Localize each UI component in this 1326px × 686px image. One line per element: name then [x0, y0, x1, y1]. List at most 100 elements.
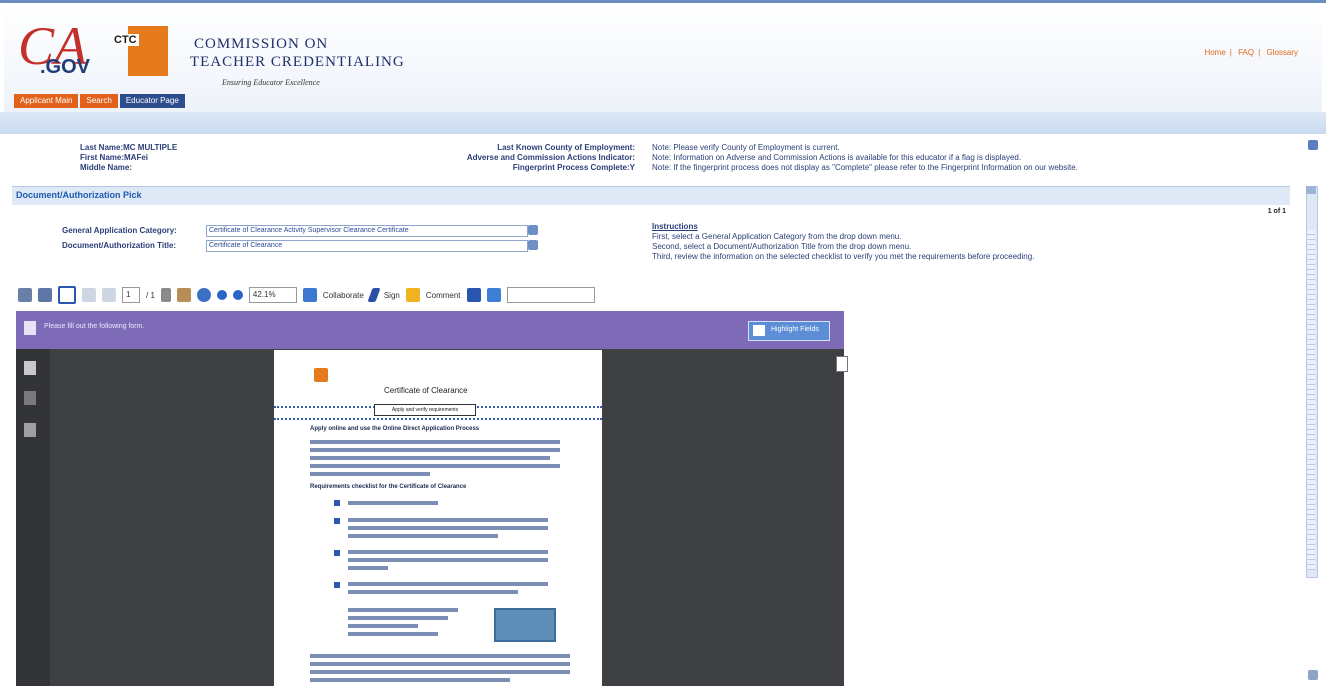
- print-icon[interactable]: [18, 288, 32, 302]
- tab-search[interactable]: Search: [80, 94, 118, 108]
- doc-text-line: [310, 678, 510, 682]
- doc-text-line: [348, 550, 548, 554]
- fingerprint-label: Fingerprint Process Complete:: [512, 163, 630, 172]
- note-adverse[interactable]: Note: Information on Adverse and Commiss…: [652, 153, 1078, 163]
- zoom-in-icon[interactable]: [232, 290, 243, 300]
- doc-text-line: [348, 616, 448, 620]
- highlight-icon: [753, 325, 765, 336]
- doc-text-line: [310, 464, 560, 468]
- doc-text-line: [348, 501, 438, 505]
- instructions: Instructions First, select a General App…: [652, 222, 1034, 262]
- nav-tabs: Applicant Main Search Educator Page: [14, 94, 185, 108]
- signatures-icon[interactable]: [24, 423, 36, 437]
- sign-icon[interactable]: [367, 288, 381, 302]
- fit-width-icon[interactable]: [466, 288, 481, 302]
- doc-text-line: [348, 566, 388, 570]
- top-border: [0, 0, 1326, 3]
- site-title-line2: TEACHER CREDENTIALING: [190, 54, 405, 70]
- ctc-logo-text: CTC: [112, 34, 139, 46]
- tab-applicant-main[interactable]: Applicant Main: [14, 94, 79, 108]
- comment-button[interactable]: Comment: [426, 291, 461, 300]
- title-dropdown-icon[interactable]: [528, 240, 538, 250]
- scrollbar-thumb[interactable]: [1307, 230, 1315, 570]
- help-icon[interactable]: [1308, 140, 1318, 150]
- first-name-row: First Name:MAFei: [80, 153, 177, 163]
- find-input[interactable]: [506, 287, 595, 303]
- prev-page-icon[interactable]: [82, 288, 96, 302]
- hand-tool-icon[interactable]: [176, 288, 191, 302]
- page-indicator: 1 of 1: [1267, 208, 1286, 215]
- save-icon[interactable]: [38, 288, 52, 302]
- first-name-value: MAFei: [124, 153, 149, 162]
- doc-text-line: [348, 526, 548, 530]
- page-number-input[interactable]: 1: [122, 287, 140, 303]
- doc-text-line: [348, 518, 548, 522]
- select-tool-icon[interactable]: [160, 288, 171, 302]
- resize-corner-icon: [1308, 670, 1318, 680]
- adverse-label: Adverse and Commission Actions Indicator…: [466, 153, 635, 162]
- attachments-icon[interactable]: [24, 391, 36, 405]
- category-select[interactable]: Certificate of Clearance Activity Superv…: [206, 225, 528, 237]
- viewer-sidebar: [16, 349, 50, 686]
- county-label: Last Known County of Employment:: [497, 143, 635, 152]
- middle-name-label: Middle Name:: [80, 163, 133, 172]
- doc-bullet: [334, 500, 340, 506]
- category-label: General Application Category:: [62, 226, 177, 235]
- link-faq[interactable]: FAQ: [1238, 48, 1254, 57]
- collaborate-icon[interactable]: [302, 288, 317, 302]
- instructions-third: Third, review the information on the sel…: [652, 252, 1035, 261]
- tab-educator-page[interactable]: Educator Page: [119, 94, 185, 108]
- doc-form-box[interactable]: Apply and verify requirements: [374, 404, 476, 416]
- zoom-tool-icon[interactable]: [196, 288, 211, 302]
- ca-gov-logo[interactable]: CA .GOV: [14, 16, 104, 86]
- doc-bullet: [334, 518, 340, 524]
- last-name-row: Last Name:MC MULTIPLE: [80, 143, 177, 153]
- comment-icon[interactable]: [405, 288, 420, 302]
- note-fingerprint[interactable]: Note: If the fingerprint process does no…: [652, 163, 1078, 173]
- fullscreen-icon[interactable]: [486, 288, 501, 302]
- pdf-page: Certificate of Clearance Apply and verif…: [274, 350, 602, 686]
- section-header: Document/Authorization Pick: [12, 186, 1290, 205]
- doc-submit-button[interactable]: [494, 608, 556, 642]
- highlight-fields-button[interactable]: Highlight Fields: [748, 321, 830, 341]
- educator-names: Last Name:MC MULTIPLE First Name:MAFei M…: [80, 143, 177, 173]
- instructions-second: Second, select a Document/Authorization …: [652, 242, 912, 251]
- doc-text-line: [348, 632, 438, 636]
- scroll-up-arrow[interactable]: [1306, 186, 1316, 194]
- ctc-logo: CTC: [112, 26, 170, 82]
- fingerprint-row: Fingerprint Process Complete:Y: [425, 163, 635, 173]
- section-title: Document/Authorization Pick: [16, 190, 142, 200]
- zoom-out-icon[interactable]: [216, 290, 227, 300]
- doc-bullet: [334, 582, 340, 588]
- pages-icon[interactable]: [24, 361, 36, 375]
- title-select[interactable]: Certificate of Clearance: [206, 240, 528, 252]
- doc-text-line: [348, 608, 458, 612]
- doc-text-line: [310, 448, 560, 452]
- educator-status: Last Known County of Employment: Adverse…: [425, 143, 635, 173]
- next-page-icon[interactable]: [102, 288, 116, 302]
- viewer-collapse-icon[interactable]: [836, 356, 848, 372]
- site-tagline: Ensuring Educator Excellence: [222, 78, 320, 87]
- sign-button[interactable]: Sign: [384, 291, 400, 300]
- link-glossary[interactable]: Glossary: [1266, 48, 1298, 57]
- pdf-viewer: Please fill out the following form. High…: [16, 311, 848, 686]
- instructions-heading: Instructions: [652, 222, 698, 231]
- doc-text-line: [310, 654, 570, 658]
- zoom-select[interactable]: 42.1%: [248, 287, 297, 303]
- doc-text-line: [348, 582, 548, 586]
- ca-logo-sub: .GOV: [40, 56, 91, 78]
- page-view-icon[interactable]: [58, 286, 76, 304]
- doc-text-line: [310, 670, 570, 674]
- note-county: Note: Please verify County of Employment…: [652, 143, 840, 152]
- category-dropdown-icon[interactable]: [528, 225, 538, 235]
- doc-text-line: [310, 440, 560, 444]
- top-links: Home | FAQ | Glossary: [1204, 48, 1298, 57]
- collaborate-button[interactable]: Collaborate: [323, 291, 364, 300]
- header-band: [0, 112, 1326, 134]
- last-name-label: Last Name:: [80, 143, 124, 152]
- highlight-fields-label: Highlight Fields: [771, 326, 819, 333]
- fingerprint-value: Y: [629, 163, 635, 172]
- link-home[interactable]: Home: [1204, 48, 1225, 57]
- doc-ctc-logo: [314, 368, 328, 382]
- doc-heading-checklist: Requirements checklist for the Certifica…: [310, 484, 467, 490]
